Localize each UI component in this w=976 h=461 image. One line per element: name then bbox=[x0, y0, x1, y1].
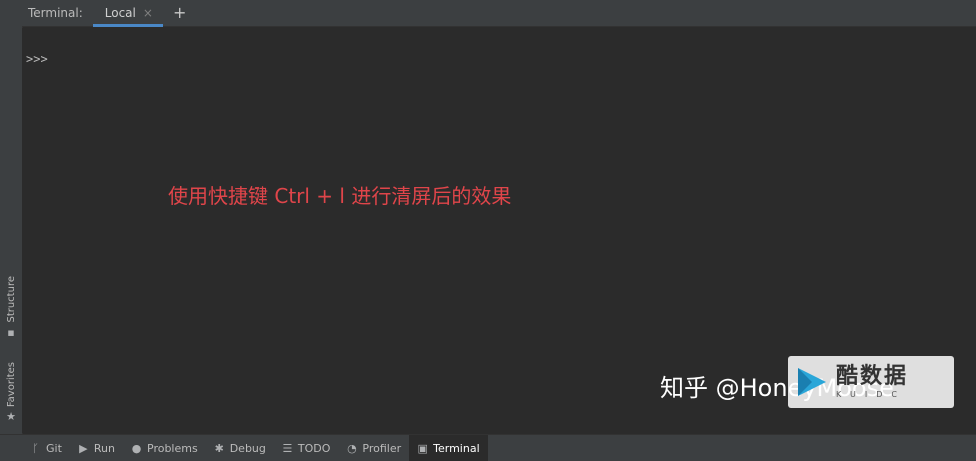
ide-window: Structure ▪ Favorites ★ Terminal: Local … bbox=[0, 0, 976, 461]
debug-label: Debug bbox=[229, 441, 266, 455]
tab-label: Local bbox=[104, 6, 136, 20]
run-label: Run bbox=[93, 441, 115, 455]
bug-icon: ✱ bbox=[214, 441, 224, 455]
profiler-label: Profiler bbox=[362, 441, 402, 455]
star-icon: ★ bbox=[6, 410, 16, 424]
bottom-tool-bar: ᚴ Git ▶ Run ● Problems ✱ Debug ☰ TODO ◔ … bbox=[0, 434, 976, 461]
add-tab-button[interactable]: + bbox=[173, 5, 186, 21]
annotation-text: 使用快捷键 Ctrl + l 进行清屏后的效果 bbox=[168, 184, 512, 208]
git-label: Git bbox=[46, 441, 62, 455]
problems-tool-button[interactable]: ● Problems bbox=[123, 435, 206, 461]
logo-mark-icon bbox=[794, 364, 830, 400]
problems-label: Problems bbox=[147, 441, 198, 455]
structure-icon: ▪ bbox=[7, 325, 15, 339]
favorites-label: Favorites bbox=[5, 362, 17, 408]
close-icon[interactable]: × bbox=[143, 6, 153, 20]
structure-label: Structure bbox=[5, 276, 17, 323]
terminal-header: Terminal: Local × + bbox=[22, 0, 976, 27]
play-icon: ▶ bbox=[79, 441, 88, 455]
git-tool-button[interactable]: ᚴ Git bbox=[22, 435, 70, 461]
info-icon: ● bbox=[131, 441, 142, 455]
debug-tool-button[interactable]: ✱ Debug bbox=[206, 435, 274, 461]
logo-title: 酷数据 bbox=[836, 364, 909, 389]
run-tool-button[interactable]: ▶ Run bbox=[70, 435, 123, 461]
terminal-icon: ▣ bbox=[417, 441, 428, 455]
terminal-prompt: >>> bbox=[26, 52, 48, 66]
favorites-tool-button[interactable]: Favorites ★ bbox=[0, 362, 22, 423]
profiler-icon: ◔ bbox=[347, 441, 357, 455]
logo-subtitle: KUIDC bbox=[836, 390, 906, 399]
terminal-tool-button[interactable]: ▣ Terminal bbox=[409, 435, 488, 461]
structure-tool-button[interactable]: Structure ▪ bbox=[0, 276, 22, 339]
todo-tool-button[interactable]: ☰ TODO bbox=[274, 435, 339, 461]
git-branch-icon: ᚴ bbox=[32, 441, 39, 455]
tab-local[interactable]: Local × bbox=[92, 0, 164, 27]
list-icon: ☰ bbox=[282, 441, 293, 455]
todo-label: TODO bbox=[297, 441, 331, 455]
left-tool-strip: Structure ▪ Favorites ★ bbox=[0, 0, 23, 434]
terminal-title: Terminal: bbox=[28, 6, 83, 20]
terminal-label: Terminal bbox=[433, 441, 480, 455]
kuidc-logo: 酷数据 KUIDC bbox=[788, 356, 954, 408]
profiler-tool-button[interactable]: ◔ Profiler bbox=[338, 435, 409, 461]
